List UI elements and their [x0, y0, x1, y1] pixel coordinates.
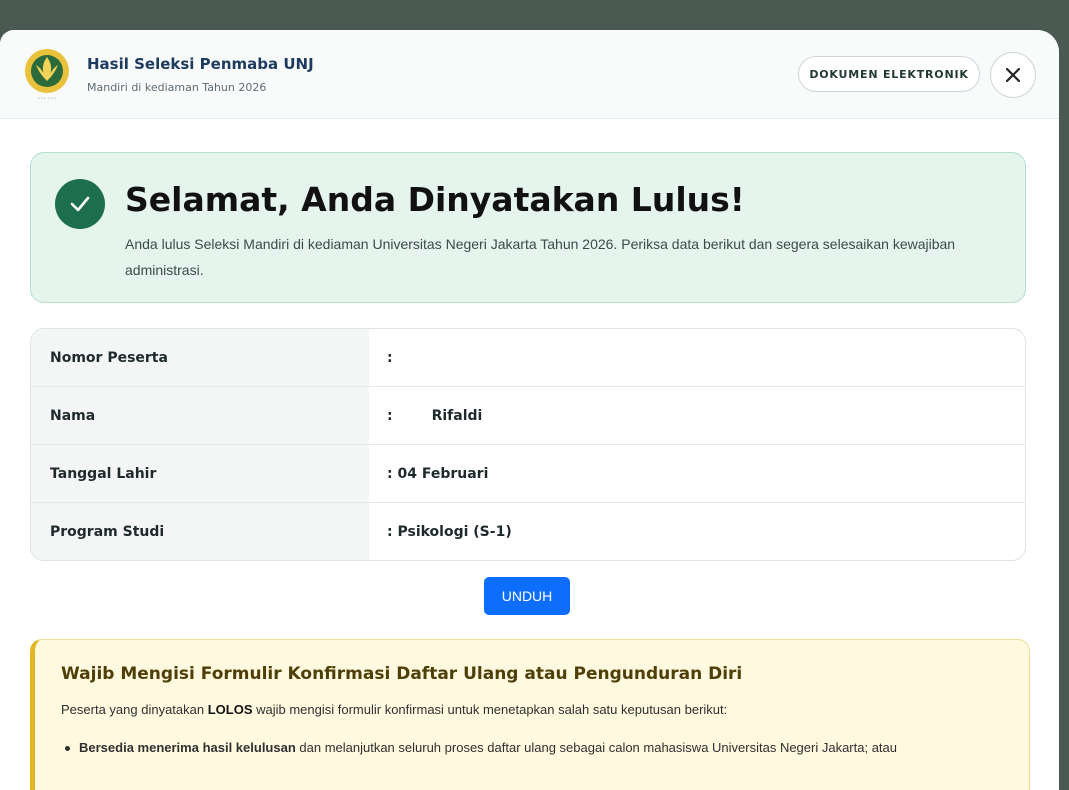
info-label: Nama [31, 387, 369, 444]
svg-text:◦◦◦ ◦◦◦: ◦◦◦ ◦◦◦ [37, 96, 56, 102]
info-label: Nomor Peserta [31, 329, 369, 386]
notice-title: Wajib Mengisi Formulir Konfirmasi Daftar… [61, 664, 743, 684]
notice-text-suffix: wajib mengisi formulir konfirmasi untuk … [252, 702, 728, 717]
close-button[interactable] [990, 52, 1036, 98]
check-icon [55, 179, 105, 229]
download-button[interactable]: UNDUH [484, 577, 570, 615]
header-subtitle: Mandiri di kediaman Tahun 2026 [87, 81, 267, 94]
notice-text-prefix: Peserta yang dinyatakan [61, 702, 208, 717]
header-title: Hasil Seleksi Penmaba UNJ [87, 55, 314, 73]
modal-header: ◦◦◦ ◦◦◦ Hasil Seleksi Penmaba UNJ Mandir… [0, 30, 1059, 119]
info-label: Tanggal Lahir [31, 445, 369, 502]
result-modal: ◦◦◦ ◦◦◦ Hasil Seleksi Penmaba UNJ Mandir… [0, 30, 1059, 790]
notice-bullet-item: Bersedia menerima hasil kelulusan dan me… [65, 740, 1029, 755]
notice-text-bold: LOLOS [207, 702, 253, 717]
info-value: : [387, 349, 393, 366]
close-icon [1006, 68, 1020, 82]
bullet-dot [65, 746, 70, 751]
info-value: : Rifaldi [387, 407, 483, 424]
info-row-nomor-peserta: Nomor Peserta : [31, 329, 1025, 387]
success-title: Selamat, Anda Dinyatakan Lulus! [125, 180, 745, 219]
info-row-tanggal-lahir: Tanggal Lahir : 04 Februari [31, 445, 1025, 503]
info-row-nama: Nama : Rifaldi [31, 387, 1025, 445]
success-text: Anda lulus Seleksi Mandiri di kediaman U… [125, 236, 956, 278]
success-banner: Selamat, Anda Dinyatakan Lulus! Anda lul… [30, 152, 1026, 303]
info-value: : Psikologi (S-1) [387, 523, 512, 540]
bullet-bold: Bersedia menerima hasil kelulusan [79, 740, 296, 755]
notice-text: Peserta yang dinyatakan LOLOS wajib meng… [61, 702, 727, 717]
confirmation-notice: Wajib Mengisi Formulir Konfirmasi Daftar… [30, 639, 1030, 790]
participant-info-table: Nomor Peserta : Nama : Rifaldi Tanggal L… [30, 328, 1026, 561]
bullet-rest: dan melanjutkan seluruh proses daftar ul… [295, 740, 898, 755]
info-label: Program Studi [31, 503, 369, 560]
info-value: : 04 Februari [387, 465, 489, 482]
unj-logo: ◦◦◦ ◦◦◦ [25, 49, 69, 102]
info-row-program-studi: Program Studi : Psikologi (S-1) [31, 503, 1025, 560]
electronic-document-button[interactable]: DOKUMEN ELEKTRONIK [798, 56, 980, 92]
